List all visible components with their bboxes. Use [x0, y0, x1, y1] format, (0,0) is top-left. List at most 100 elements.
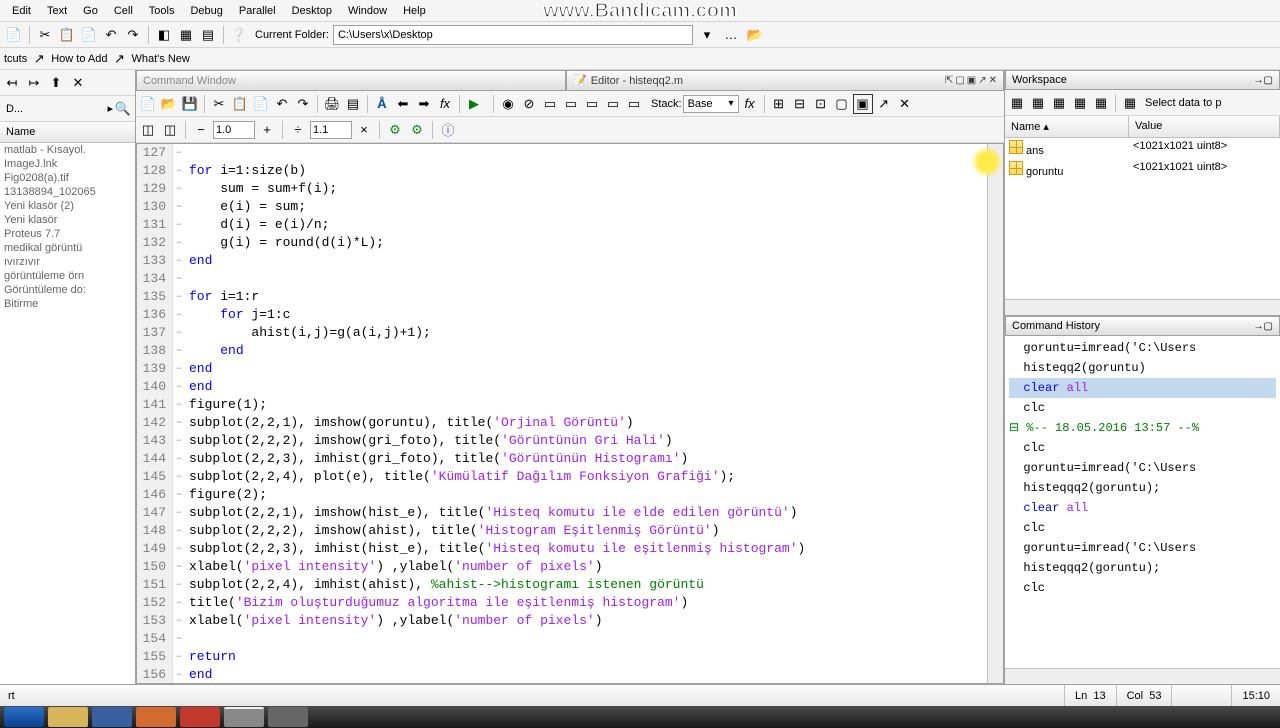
copy-icon[interactable]: 📋: [230, 94, 250, 114]
close-group-icon[interactable]: ✕: [895, 94, 915, 114]
dock-icon[interactable]: ⇱: [945, 75, 953, 86]
folder-dropdown-icon[interactable]: ▾: [697, 25, 717, 45]
history-item[interactable]: goruntu=imread('C:\Users: [1009, 538, 1276, 558]
command-window-tab[interactable]: Command Window: [136, 70, 566, 91]
nav-back-icon[interactable]: ↤: [2, 73, 22, 93]
whats-new-link[interactable]: What's New: [132, 53, 190, 65]
history-item[interactable]: clc: [1009, 438, 1276, 458]
simulink-icon[interactable]: ◧: [154, 25, 174, 45]
command-history-header[interactable]: Command History →▢: [1005, 316, 1280, 336]
multiply-icon[interactable]: ×: [354, 120, 374, 140]
history-item[interactable]: goruntu=imread('C:\Users: [1009, 338, 1276, 358]
browse-folder-icon[interactable]: …: [721, 25, 741, 45]
plus-icon[interactable]: +: [257, 120, 277, 140]
file-item[interactable]: ImageJ.lnk: [0, 157, 135, 171]
tile2-icon[interactable]: ⊟: [790, 94, 810, 114]
ch-arrow-icon[interactable]: →▢: [1254, 321, 1273, 332]
history-item[interactable]: histeqqq2(goruntu);: [1009, 558, 1276, 578]
file-item[interactable]: Yeni klasör: [0, 213, 135, 227]
whats-new-icon[interactable]: ↗: [110, 49, 130, 69]
ws-row[interactable]: goruntu<1021x1021 uint8>: [1005, 159, 1280, 180]
file-item[interactable]: görüntüleme örn: [0, 269, 135, 283]
file-item[interactable]: Bitirme: [0, 297, 135, 311]
undock-icon[interactable]: ↗: [874, 94, 894, 114]
ws-name-col[interactable]: Name ▴: [1005, 116, 1129, 137]
fx-icon[interactable]: fx: [435, 94, 455, 114]
save-icon[interactable]: 💾: [180, 94, 200, 114]
find-icon[interactable]: ▤: [343, 94, 363, 114]
ws-new-icon[interactable]: ▦: [1007, 93, 1027, 113]
step-icon[interactable]: ▭: [540, 94, 560, 114]
nav-fwd-icon[interactable]: ↦: [24, 73, 44, 93]
current-folder-input[interactable]: [333, 25, 693, 45]
code-editor[interactable]: 1271281291301311321331341351361371381391…: [136, 143, 1004, 684]
history-item[interactable]: clc: [1009, 518, 1276, 538]
stack-combo[interactable]: Base ▾: [683, 95, 739, 113]
taskbar-item[interactable]: [268, 707, 308, 727]
taskbar-item[interactable]: [136, 707, 176, 727]
history-item[interactable]: histeqqq2(goruntu);: [1009, 478, 1276, 498]
menu-debug[interactable]: Debug: [182, 2, 230, 20]
history-item[interactable]: clc: [1009, 398, 1276, 418]
ws-row[interactable]: ans<1021x1021 uint8>: [1005, 138, 1280, 159]
new-icon[interactable]: 📄: [4, 25, 24, 45]
ws-arrow-icon[interactable]: →▢: [1254, 75, 1273, 86]
open-file-icon[interactable]: 📂: [159, 94, 179, 114]
print-icon[interactable]: 🖨: [322, 94, 342, 114]
taskbar[interactable]: [0, 706, 1280, 728]
menu-tools[interactable]: Tools: [141, 2, 183, 20]
zoom-input-2[interactable]: [310, 121, 352, 139]
file-item[interactable]: medikal görüntü: [0, 241, 135, 255]
menu-desktop[interactable]: Desktop: [284, 2, 340, 20]
history-item[interactable]: clear all: [1009, 498, 1276, 518]
taskbar-item[interactable]: [92, 707, 132, 727]
ws-del-icon[interactable]: ▦: [1091, 93, 1111, 113]
ws-open-icon[interactable]: ▦: [1028, 93, 1048, 113]
cell-insert-icon[interactable]: ◫: [138, 120, 158, 140]
tile3-icon[interactable]: ⊡: [811, 94, 831, 114]
ws-hscroll[interactable]: [1005, 299, 1280, 315]
vertical-scrollbar[interactable]: [987, 144, 1003, 683]
fx2-icon[interactable]: fx: [740, 94, 760, 114]
find-text-icon[interactable]: Å: [372, 94, 392, 114]
nav-fwd-icon[interactable]: ➡: [414, 94, 434, 114]
fold-column[interactable]: −−−−−−−−−−−−−−−−−−−−−−−−−−−−−−: [173, 144, 185, 683]
add-shortcut-icon[interactable]: ↗: [29, 49, 49, 69]
exit-debug-icon[interactable]: ▭: [624, 94, 644, 114]
history-item[interactable]: ⊟ %-- 18.05.2016 13:57 --%: [1009, 418, 1276, 438]
max-icon[interactable]: ▣: [967, 75, 976, 86]
zoom-input-1[interactable]: [213, 121, 255, 139]
redo-icon[interactable]: ↷: [123, 25, 143, 45]
taskbar-item[interactable]: [180, 707, 220, 727]
menu-go[interactable]: Go: [75, 2, 106, 20]
step-in-icon[interactable]: ▭: [561, 94, 581, 114]
file-item[interactable]: matlab - Kısayol.: [0, 143, 135, 157]
cut-icon[interactable]: ✂: [209, 94, 229, 114]
nav-up-icon[interactable]: ⬆: [46, 73, 66, 93]
ws-import-icon[interactable]: ▦: [1049, 93, 1069, 113]
menu-cell[interactable]: Cell: [106, 2, 141, 20]
menu-text[interactable]: Text: [39, 2, 75, 20]
menu-window[interactable]: Window: [340, 2, 395, 20]
info-icon[interactable]: ⓘ: [438, 120, 458, 140]
tile5-icon[interactable]: ▣: [853, 94, 873, 114]
history-item[interactable]: histeqq2(goruntu): [1009, 358, 1276, 378]
file-item[interactable]: ıvırzıvır: [0, 255, 135, 269]
workspace-header[interactable]: Workspace →▢: [1005, 70, 1280, 90]
editor-tab[interactable]: 📝 Editor - histeqq2.m ⇱ ▢ ▣ ↗ ✕: [566, 70, 1004, 91]
up-folder-icon[interactable]: 📂: [745, 25, 765, 45]
cut-icon[interactable]: ✂: [35, 25, 55, 45]
ws-plot-icon[interactable]: ▦: [1120, 93, 1140, 113]
step-out-icon[interactable]: ▭: [582, 94, 602, 114]
name-column-header[interactable]: Name: [0, 122, 135, 143]
nav-back-icon[interactable]: ⬅: [393, 94, 413, 114]
history-item[interactable]: clear all: [1009, 378, 1276, 398]
eval-cell-icon[interactable]: ⚙: [385, 120, 405, 140]
cell-insert2-icon[interactable]: ◫: [160, 120, 180, 140]
taskbar-item[interactable]: [224, 707, 264, 727]
history-item[interactable]: clc: [1009, 578, 1276, 598]
copy-icon[interactable]: 📋: [57, 25, 77, 45]
min-icon[interactable]: ▢: [955, 75, 964, 86]
menu-help[interactable]: Help: [395, 2, 434, 20]
file-item[interactable]: Proteus 7.7: [0, 227, 135, 241]
